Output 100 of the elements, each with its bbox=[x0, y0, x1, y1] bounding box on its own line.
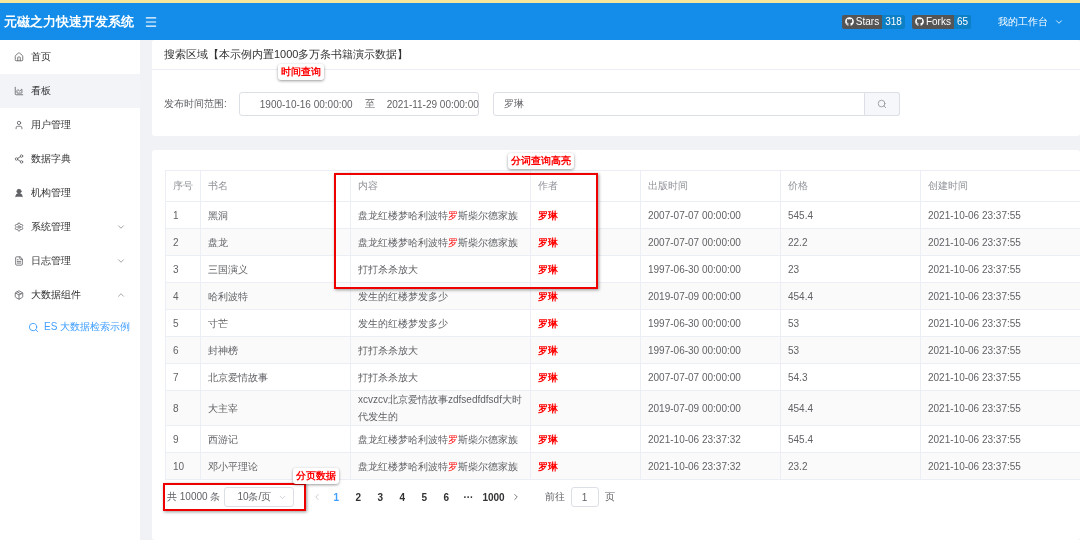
table-cell: 1997-06-30 00:00:00 bbox=[640, 309, 781, 337]
table-cell: 寸芒 bbox=[200, 309, 351, 337]
table-cell: 打打杀杀放大 bbox=[350, 363, 531, 391]
page-number[interactable]: 5 bbox=[416, 491, 433, 503]
table-cell: 盘龙红楼梦哈利波特罗斯柴尔德家族 bbox=[350, 228, 531, 256]
goto-page-field[interactable]: 1 bbox=[570, 487, 599, 507]
table-cell: 盘龙红楼梦哈利波特罗斯柴尔德家族 bbox=[350, 201, 531, 229]
table-cell: 7 bbox=[165, 363, 201, 391]
page-number[interactable]: 6 bbox=[438, 491, 455, 503]
table-cell: 2021-10-06 23:37:32 bbox=[640, 425, 781, 453]
sidebar-item[interactable]: 用户管理 bbox=[0, 108, 140, 142]
menu-icon[interactable] bbox=[144, 14, 158, 29]
table-cell: 545.4 bbox=[780, 201, 921, 229]
table-cell: 2007-07-07 00:00:00 bbox=[640, 201, 781, 229]
search-icon bbox=[28, 321, 39, 333]
table-cell: 8 bbox=[165, 390, 201, 426]
chevron-up-icon bbox=[116, 290, 126, 300]
table-cell: 罗琳 bbox=[530, 390, 641, 426]
sidebar-item[interactable]: 大数据组件 bbox=[0, 278, 140, 312]
table-cell: 黑洞 bbox=[200, 201, 351, 229]
table-cell: 2019-07-09 00:00:00 bbox=[640, 390, 781, 426]
table-cell: 10 bbox=[165, 452, 201, 480]
table-cell: 罗琳 bbox=[530, 363, 641, 391]
column-header: 价格 bbox=[780, 170, 921, 202]
table-cell: 盘龙 bbox=[200, 228, 351, 256]
table-cell: 2007-07-07 00:00:00 bbox=[640, 228, 781, 256]
table-cell: 3 bbox=[165, 255, 201, 283]
table-cell: 23.2 bbox=[780, 452, 921, 480]
sidebar-item[interactable]: 日志管理 bbox=[0, 244, 140, 278]
table-cell: 西游记 bbox=[200, 425, 351, 453]
table-cell: 罗琳 bbox=[530, 425, 641, 453]
table-cell: 54.3 bbox=[780, 363, 921, 391]
table-cell: 打打杀杀放大 bbox=[350, 255, 531, 283]
table-cell: 2 bbox=[165, 228, 201, 256]
table-cell: 罗琳 bbox=[530, 282, 641, 310]
column-header: 序号 bbox=[165, 170, 201, 202]
chevron-down-icon bbox=[116, 256, 126, 266]
table-cell: 53 bbox=[780, 309, 921, 337]
home-icon bbox=[14, 52, 24, 62]
table-cell: 23 bbox=[780, 255, 921, 283]
table-cell: 2021-10-06 23:37:32 bbox=[640, 452, 781, 480]
document-icon bbox=[14, 256, 24, 266]
table-cell: 发生的红楼梦发多少 bbox=[350, 309, 531, 337]
page-number[interactable]: 2 bbox=[350, 491, 367, 503]
chart-icon bbox=[14, 86, 24, 96]
share-icon bbox=[14, 154, 24, 164]
search-button[interactable] bbox=[864, 92, 900, 116]
field-label: 发布时间范围: bbox=[164, 97, 227, 111]
table-cell: 北京爱情故事 bbox=[200, 363, 351, 391]
table-cell: 53 bbox=[780, 336, 921, 364]
table-cell: 罗琳 bbox=[530, 336, 641, 364]
table-cell: xcvzcv北京爱情故事zdfsedfdfsdf大时代发生的 bbox=[350, 390, 531, 426]
page-number[interactable]: 1000 bbox=[482, 491, 505, 503]
column-header: 出版时间 bbox=[640, 170, 781, 202]
keyword-field[interactable]: 罗琳 bbox=[492, 92, 865, 116]
table-cell: 1997-06-30 00:00:00 bbox=[640, 336, 781, 364]
date-range-field[interactable]: 1900-10-16 00:00:00 至 2021-11-29 00:00:00 bbox=[238, 92, 479, 116]
table-cell: 罗琳 bbox=[530, 309, 641, 337]
search-icon bbox=[876, 99, 887, 109]
column-header: 内容 bbox=[350, 170, 531, 202]
person-icon bbox=[14, 188, 24, 198]
annotation-label: 分词查询高亮 bbox=[508, 153, 574, 169]
annotation-label: 分页数据 bbox=[293, 468, 339, 484]
column-header: 创建时间 bbox=[920, 170, 1080, 202]
table-cell: 打打杀杀放大 bbox=[350, 336, 531, 364]
package-icon bbox=[14, 290, 24, 300]
table-cell: 1 bbox=[165, 201, 201, 229]
table-cell: 发生的红楼梦发多少 bbox=[350, 282, 531, 310]
sidebar-item[interactable]: 看板 bbox=[0, 74, 140, 108]
page-number[interactable]: ··· bbox=[460, 491, 477, 503]
table-cell: 罗琳 bbox=[530, 201, 641, 229]
table-cell: 哈利波特 bbox=[200, 282, 351, 310]
table-cell: 2007-07-07 00:00:00 bbox=[640, 363, 781, 391]
settings-icon bbox=[14, 222, 24, 232]
table-cell: 6 bbox=[165, 336, 201, 364]
table-cell: 1997-06-30 00:00:00 bbox=[640, 255, 781, 283]
app-title: 元磁之力快速开发系统 bbox=[4, 12, 134, 31]
sidebar-item[interactable]: 首页 bbox=[0, 40, 140, 74]
table-cell: 2019-07-09 00:00:00 bbox=[640, 282, 781, 310]
goto-label: 前往 bbox=[544, 490, 565, 504]
page-number[interactable]: 4 bbox=[394, 491, 411, 503]
sidebar-item[interactable]: 系统管理 bbox=[0, 210, 140, 244]
sidebar-item[interactable]: 数据字典 bbox=[0, 142, 140, 176]
table-cell: 545.4 bbox=[780, 425, 921, 453]
page-size-select[interactable]: 10条/页 bbox=[224, 487, 295, 507]
table-cell: 盘龙红楼梦哈利波特罗斯柴尔德家族 bbox=[350, 452, 531, 480]
table-cell: 三国演义 bbox=[200, 255, 351, 283]
table-cell: 罗琳 bbox=[530, 255, 641, 283]
table-cell: 9 bbox=[165, 425, 201, 453]
table-cell: 454.4 bbox=[780, 282, 921, 310]
table-cell: 罗琳 bbox=[530, 228, 641, 256]
column-header: 书名 bbox=[200, 170, 351, 202]
table-cell: 盘龙红楼梦哈利波特罗斯柴尔德家族 bbox=[350, 425, 531, 453]
table-cell: 罗琳 bbox=[530, 452, 641, 480]
user-icon bbox=[14, 120, 24, 130]
sidebar-item[interactable]: 机构管理 bbox=[0, 176, 140, 210]
page-number[interactable]: 3 bbox=[372, 491, 389, 503]
table-cell: 22.2 bbox=[780, 228, 921, 256]
total-count: 共 10000 条 bbox=[167, 490, 221, 504]
table-cell: 4 bbox=[165, 282, 201, 310]
